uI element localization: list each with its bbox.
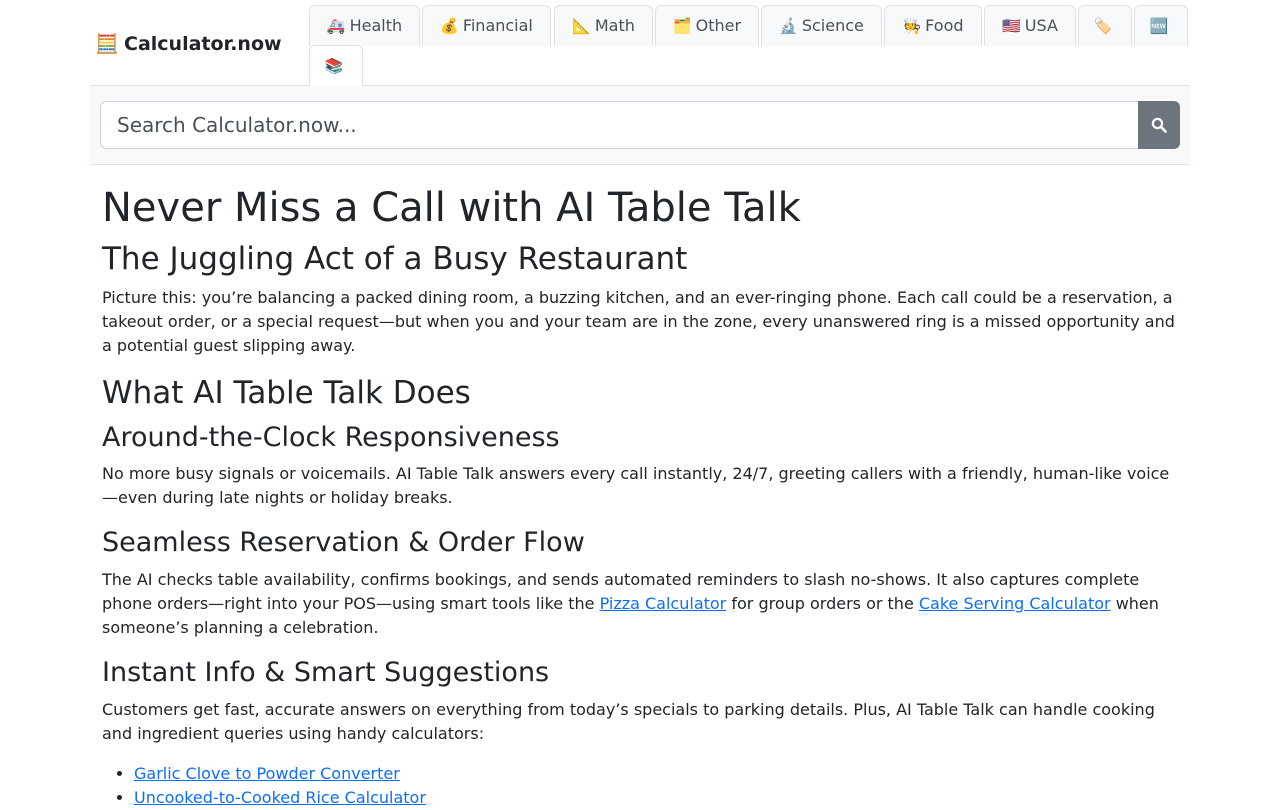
us-flag-icon: 🇺🇸	[1002, 17, 1021, 35]
tab-label: Science	[801, 16, 864, 35]
tab-science[interactable]: 🔬 Science	[761, 5, 882, 46]
tab-other[interactable]: 🗂️ Other	[655, 5, 759, 46]
tab-label: Other	[695, 16, 742, 35]
tab-food[interactable]: 🧑‍🍳 Food	[884, 5, 982, 46]
tab-usa[interactable]: 🇺🇸 USA	[984, 5, 1076, 46]
section-heading: The Juggling Act of a Busy Restaurant	[102, 241, 688, 277]
pizza-calculator-link[interactable]: Pizza Calculator	[600, 594, 727, 613]
microscope-icon: 🔬	[779, 17, 798, 35]
cook-icon: 🧑‍🍳	[902, 17, 922, 35]
tab-math[interactable]: 📐 Math	[554, 5, 653, 46]
search-bar	[90, 86, 1190, 165]
abacus-icon: 🧮	[95, 33, 119, 55]
tab-label: Health	[349, 16, 403, 35]
books-icon: 📚	[324, 57, 344, 75]
search-input[interactable]	[100, 101, 1139, 149]
list-item: Uncooked-to-Cooked Rice Calculator	[134, 786, 1178, 810]
label-tag-icon: 🏷️	[1093, 17, 1113, 35]
subsection-heading: Seamless Reservation & Order Flow	[102, 527, 585, 558]
subsection-heading: Around-the-Clock Responsiveness	[102, 422, 560, 453]
triangle-ruler-icon: 📐	[572, 17, 591, 35]
search-icon	[1151, 117, 1167, 133]
tab-new[interactable]: 🆕	[1134, 5, 1188, 46]
garlic-converter-link[interactable]: Garlic Clove to Powder Converter	[134, 764, 400, 783]
search-button[interactable]	[1138, 101, 1180, 149]
rice-calculator-link[interactable]: Uncooked-to-Cooked Rice Calculator	[134, 788, 426, 807]
new-badge-icon: 🆕	[1149, 17, 1169, 35]
subsection-paragraph: The AI checks table availability, confir…	[102, 568, 1178, 640]
section-heading: What AI Table Talk Does	[102, 375, 471, 411]
tab-label: Math	[594, 16, 635, 35]
list-item: Garlic Clove to Powder Converter	[134, 762, 1178, 786]
subsection-paragraph: Customers get fast, accurate answers on …	[102, 700, 1155, 743]
subsection-heading: Instant Info & Smart Suggestions	[102, 657, 550, 688]
brand-link[interactable]: 🧮 Calculator.now	[95, 32, 282, 55]
tab-label: Financial	[462, 16, 533, 35]
paragraph-text: for group orders or the	[726, 594, 919, 613]
tab-financial[interactable]: 💰 Financial	[422, 5, 551, 46]
section-paragraph: Picture this: you’re balancing a packed …	[102, 288, 1175, 355]
tab-tags[interactable]: 🏷️	[1078, 5, 1132, 46]
top-navbar: 🧮 Calculator.now 🚑 Health 💰 Financial 📐 Math…	[90, 0, 1190, 87]
tab-books[interactable]: 📚	[309, 45, 363, 87]
subsection-paragraph: No more busy signals or voicemails. AI T…	[102, 464, 1170, 507]
cake-serving-calculator-link[interactable]: Cake Serving Calculator	[919, 594, 1111, 613]
tab-label: USA	[1024, 16, 1058, 35]
calculator-link-list: Garlic Clove to Powder Converter Uncooke…	[102, 762, 1178, 810]
tab-health[interactable]: 🚑 Health	[309, 5, 420, 46]
tab-label: Food	[925, 16, 964, 35]
money-bag-icon: 💰	[440, 17, 459, 35]
brand-name: Calculator.now	[124, 33, 282, 55]
page-title: Never Miss a Call with AI Table Talk	[102, 185, 801, 231]
ambulance-icon: 🚑	[326, 17, 346, 35]
folder-icon: 🗂️	[672, 17, 692, 35]
